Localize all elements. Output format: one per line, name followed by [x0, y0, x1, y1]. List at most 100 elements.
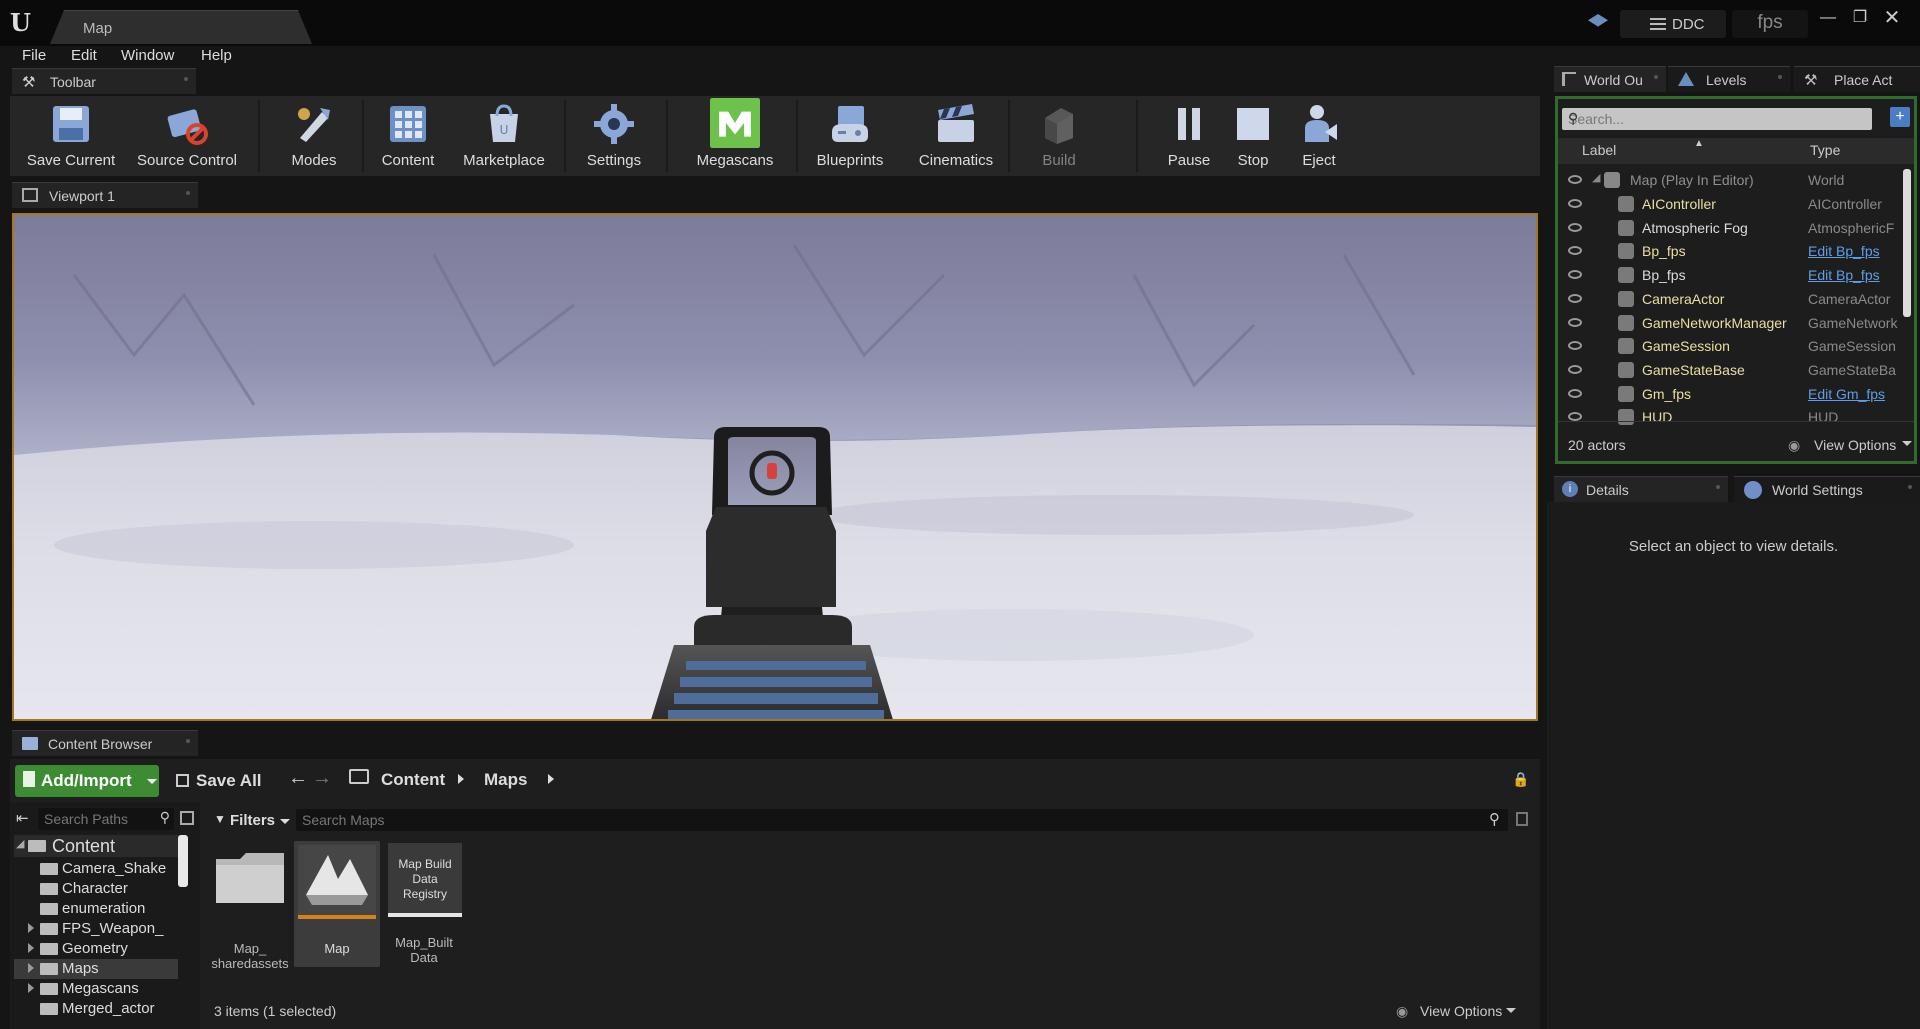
tree-item-enumeration[interactable]: enumeration — [14, 899, 178, 919]
asset-map-sharedassets[interactable]: Map_ sharedassets — [210, 841, 290, 971]
asset-map-built-data[interactable]: Map Build Data Registry Map_Built Data — [384, 841, 464, 967]
tab-content-browser[interactable]: Content Browser — [12, 730, 198, 756]
folder-open-icon[interactable] — [349, 769, 369, 784]
tree-root-row[interactable]: ◢ Content — [14, 835, 184, 857]
visibility-eye-icon[interactable] — [1568, 341, 1582, 351]
visibility-eye-icon[interactable] — [1568, 246, 1582, 256]
expand-arrow-icon[interactable]: ◢ — [16, 837, 24, 850]
ddc-button[interactable]: DDC — [1620, 10, 1726, 38]
visibility-eye-icon[interactable] — [1568, 222, 1582, 232]
breadcrumb-maps[interactable]: Maps — [484, 770, 527, 790]
menu-edit[interactable]: Edit — [71, 47, 97, 64]
save-current-button[interactable]: Save Current — [16, 96, 126, 176]
outliner-row[interactable]: Bp_fps Edit Bp_fps — [1558, 239, 1910, 263]
level-tab[interactable]: Map — [50, 10, 312, 44]
expand-arrow-icon[interactable] — [28, 943, 34, 953]
add-import-button[interactable]: Add/Import — [15, 765, 159, 797]
menu-window[interactable]: Window — [121, 47, 174, 64]
tree-item-maps[interactable]: Maps — [14, 959, 178, 979]
outliner-row[interactable]: Gm_fps Edit Gm_fps — [1558, 382, 1910, 406]
restore-icon[interactable]: ❐ — [1846, 8, 1874, 30]
column-type[interactable]: Type — [1810, 142, 1840, 158]
actor-type[interactable]: Edit Gm_fps — [1808, 386, 1904, 402]
breadcrumb-content[interactable]: Content — [381, 770, 445, 790]
lock-icon[interactable]: 🔒 — [1512, 771, 1529, 788]
filters-button[interactable]: ▼ Filters — [214, 809, 290, 831]
close-icon[interactable]: ✕ — [1878, 8, 1906, 30]
level-viewport[interactable] — [12, 213, 1538, 721]
expand-arrow-icon[interactable] — [28, 923, 34, 933]
visibility-eye-icon[interactable] — [1568, 364, 1582, 374]
content-view-options[interactable]: View Options — [1420, 1003, 1502, 1019]
forward-arrow-icon[interactable]: → — [312, 767, 332, 790]
tree-item-camera-shake[interactable]: Camera_Shake — [14, 859, 178, 879]
menu-file[interactable]: File — [22, 47, 46, 64]
visibility-eye-icon[interactable] — [1568, 270, 1582, 280]
outliner-search-input[interactable]: Search... ⚲ — [1562, 108, 1872, 130]
view-options-dropdown-icon[interactable] — [1902, 441, 1912, 446]
minimize-icon[interactable]: — — [1814, 8, 1842, 30]
stop-button[interactable]: Stop — [1220, 96, 1286, 176]
outliner-view-options[interactable]: View Options — [1814, 437, 1896, 453]
tree-item-megascans[interactable]: Megascans — [14, 979, 178, 999]
tree-item-merged-actor[interactable]: Merged_actor — [14, 999, 178, 1019]
collapse-arrow-icon[interactable]: ◢ — [1592, 171, 1600, 184]
source-control-button[interactable]: Source Control — [126, 96, 248, 176]
save-search-icon[interactable] — [1516, 812, 1528, 826]
view-options-dropdown-icon[interactable] — [1506, 1008, 1516, 1013]
tree-item-character[interactable]: Character — [14, 879, 178, 899]
outliner-row[interactable]: GameSession GameSession — [1558, 334, 1910, 358]
visibility-eye-icon[interactable] — [1568, 388, 1582, 398]
tab-place-actors[interactable]: ⚒ Place Act — [1794, 66, 1920, 92]
expand-arrow-icon[interactable] — [28, 963, 34, 973]
visibility-eye-icon[interactable] — [1568, 199, 1582, 208]
cinematics-button[interactable]: Cinematics — [904, 96, 1008, 176]
outliner-row[interactable]: CameraActor CameraActor — [1558, 287, 1910, 311]
tab-details[interactable]: i Details — [1554, 476, 1728, 502]
content-button[interactable]: Content — [374, 96, 442, 176]
back-arrow-icon[interactable]: ← — [288, 767, 308, 790]
outliner-row[interactable]: HUD HUD — [1558, 405, 1910, 429]
outliner-row[interactable]: GameNetworkManager GameNetwork — [1558, 311, 1910, 335]
outliner-root-row[interactable]: ◢ Map (Play In Editor) World — [1558, 168, 1910, 192]
toolbar-tab[interactable]: ⚒ Toolbar — [12, 68, 196, 94]
outliner-scrollbar[interactable] — [1903, 169, 1911, 317]
tab-levels[interactable]: Levels — [1668, 66, 1790, 92]
search-maps-input[interactable]: Search Maps ⚲ — [296, 809, 1508, 831]
outliner-row[interactable]: Bp_fps Edit Bp_fps — [1558, 263, 1910, 287]
modes-button[interactable]: Modes — [266, 96, 362, 176]
viewport-tab[interactable]: Viewport 1 — [12, 182, 198, 208]
outliner-row[interactable]: GameStateBase GameStateBa — [1558, 358, 1910, 382]
tree-item-geometry[interactable]: Geometry — [14, 939, 178, 959]
actor-type[interactable]: Edit Bp_fps — [1808, 267, 1904, 283]
visibility-eye-icon[interactable] — [1568, 412, 1582, 422]
visibility-eye-icon[interactable] — [1568, 317, 1582, 327]
view-list-icon[interactable] — [180, 811, 194, 825]
collapse-sources-icon[interactable]: ⇤ — [16, 809, 29, 827]
learn-icon[interactable] — [1588, 14, 1608, 27]
search-paths-input[interactable]: Search Paths ⚲ — [38, 808, 174, 830]
breadcrumb-arrow-icon[interactable] — [458, 774, 464, 784]
add-filter-icon[interactable]: + — [1890, 107, 1910, 127]
save-all-button[interactable]: Save All — [172, 765, 272, 797]
pause-button[interactable]: Pause — [1152, 96, 1226, 176]
visibility-eye-icon[interactable] — [1568, 293, 1582, 303]
menu-help[interactable]: Help — [201, 47, 232, 64]
megascans-button[interactable]: Megascans — [676, 96, 794, 176]
settings-button[interactable]: Settings — [572, 96, 656, 176]
eject-button[interactable]: Eject — [1282, 96, 1356, 176]
marketplace-button[interactable]: U Marketplace — [446, 96, 562, 176]
expand-arrow-icon[interactable] — [28, 983, 34, 993]
tab-world-settings[interactable]: World Settings — [1734, 476, 1920, 502]
asset-map[interactable]: Map — [294, 841, 380, 967]
blueprints-button[interactable]: Blueprints — [804, 96, 896, 176]
build-button[interactable]: Build — [1018, 96, 1100, 176]
breadcrumb-arrow-icon[interactable] — [548, 774, 554, 784]
visibility-eye-icon[interactable] — [1568, 175, 1582, 184]
actor-type[interactable]: Edit Bp_fps — [1808, 243, 1904, 259]
sources-scrollbar[interactable] — [178, 835, 188, 887]
tree-item-fps-weapon-[interactable]: FPS_Weapon_ — [14, 919, 178, 939]
column-label[interactable]: Label — [1582, 142, 1616, 158]
outliner-row[interactable]: Atmospheric Fog AtmosphericF — [1558, 216, 1910, 240]
outliner-row[interactable]: AIController AIController — [1558, 192, 1910, 216]
